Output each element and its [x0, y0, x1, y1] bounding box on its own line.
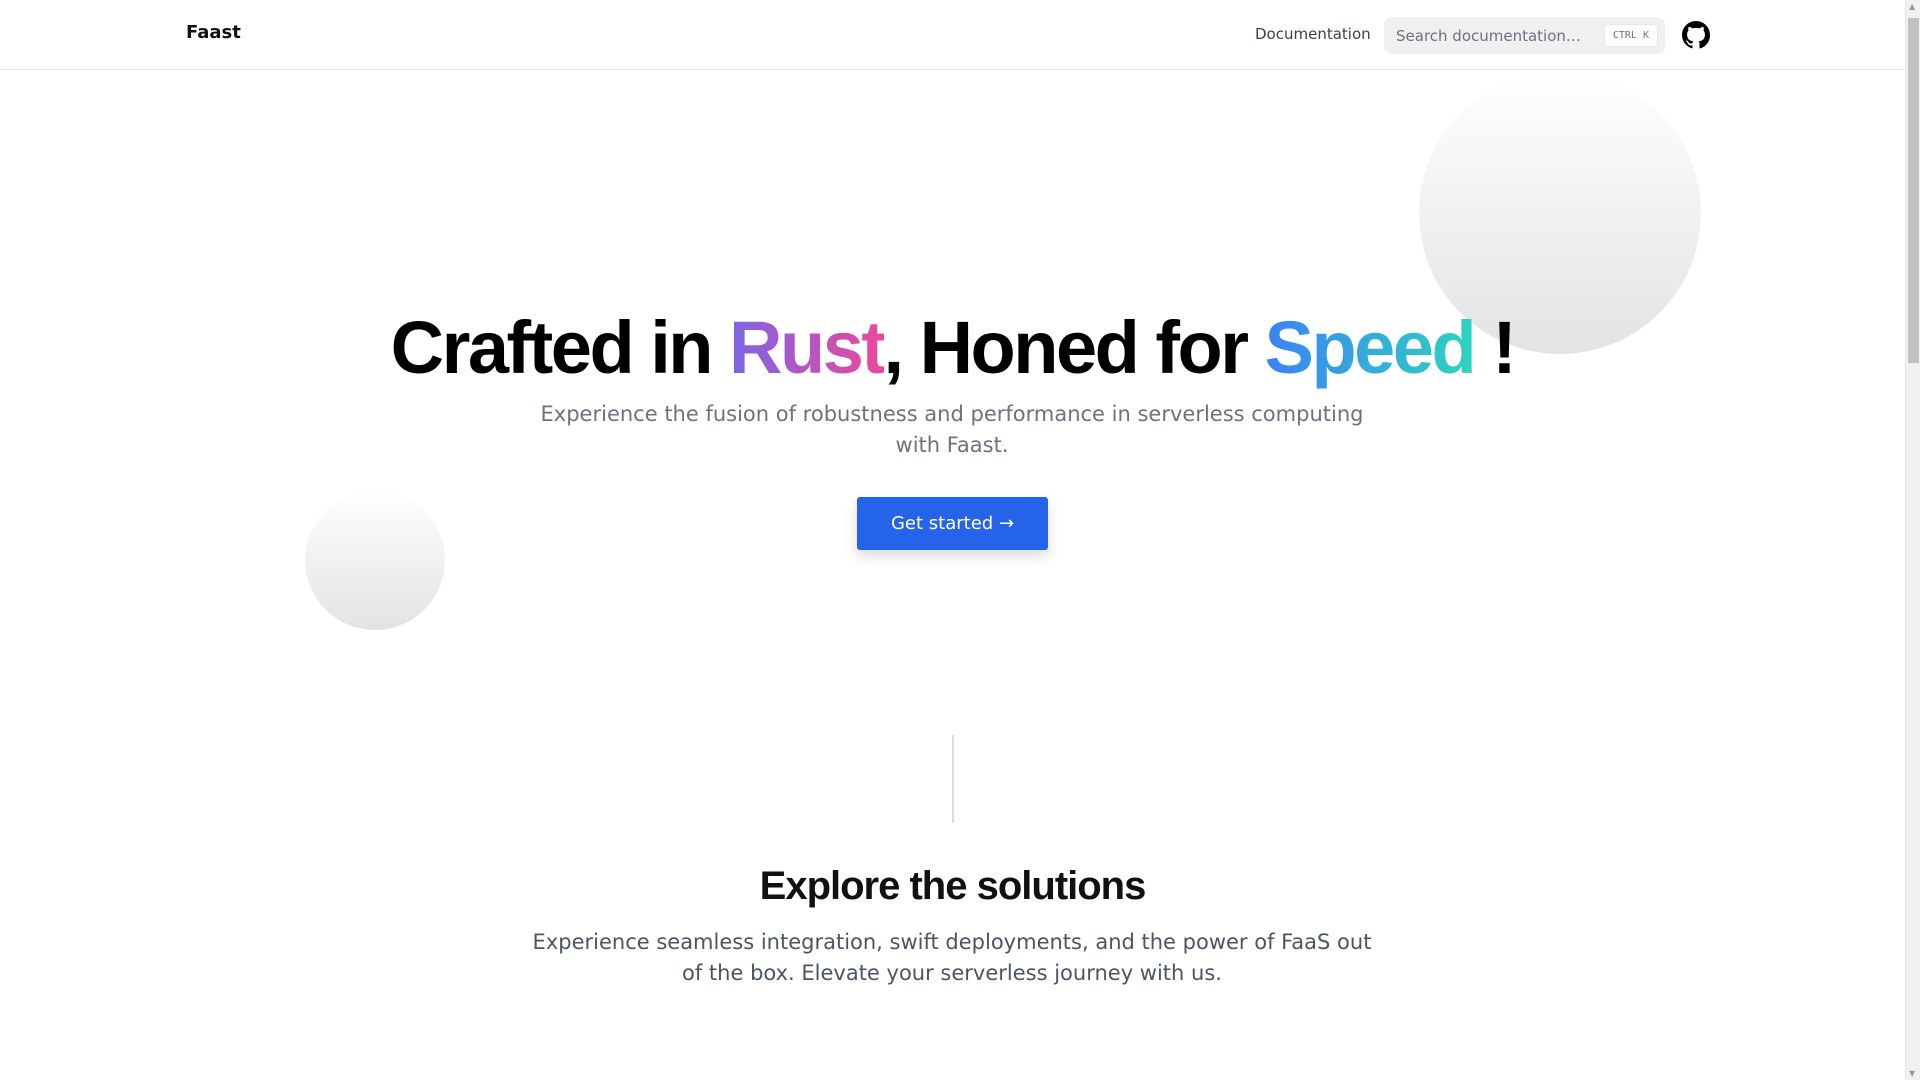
- scroll-down-icon[interactable]: ▼: [1909, 1069, 1915, 1078]
- hero-title-speed: Speed: [1264, 306, 1477, 389]
- scrollbar-thumb[interactable]: [1908, 18, 1919, 363]
- solutions-description: Experience seamless integration, swift d…: [532, 930, 1372, 985]
- hero-subtitle: Experience the fusion of robustness and …: [540, 402, 1364, 457]
- github-icon[interactable]: [1682, 21, 1710, 49]
- logo-link[interactable]: Faast: [186, 22, 241, 43]
- arrow-right-icon: →: [998, 513, 1015, 534]
- get-started-label: Get started: [890, 513, 994, 534]
- solutions-title: Explore the solutions: [759, 864, 1147, 908]
- site-header: Faast Documentation CTRL K: [0, 0, 1905, 70]
- hero-title-text: Crafted in: [390, 306, 730, 389]
- hero-title-rust: Rust: [729, 306, 886, 389]
- hero-title: Crafted in Rust, Honed for Speed !: [0, 305, 1905, 390]
- section-divider: [952, 735, 954, 823]
- decorative-circle-small: [305, 490, 445, 630]
- search-shortcut-badge: CTRL K: [1603, 24, 1658, 47]
- get-started-button[interactable]: Get started →: [857, 497, 1048, 550]
- search-input[interactable]: [1396, 17, 1596, 54]
- scroll-up-icon[interactable]: ▲: [1909, 2, 1915, 11]
- hero-title-text: , Honed for: [883, 306, 1265, 389]
- nav-documentation[interactable]: Documentation: [1255, 25, 1371, 43]
- hero-title-text: !: [1474, 306, 1517, 389]
- search-box[interactable]: CTRL K: [1384, 17, 1665, 54]
- page-scrollbar[interactable]: ▲ ▼: [1905, 0, 1920, 1080]
